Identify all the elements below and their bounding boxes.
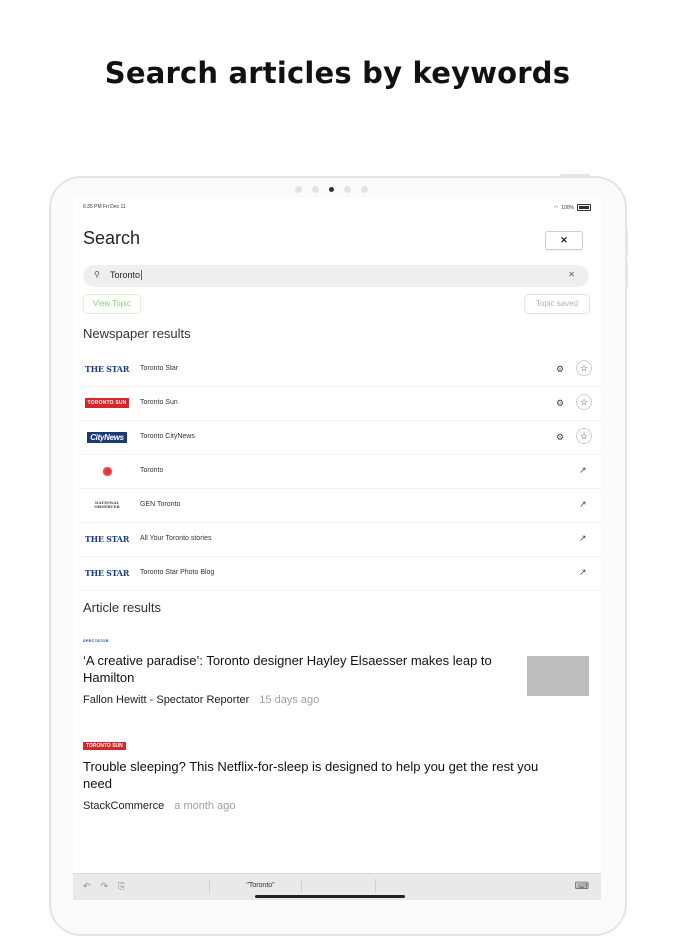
newspaper-logo: THE STAR xyxy=(84,534,130,544)
wifi-icon: ◠ xyxy=(553,204,559,211)
cbc-gem-logo xyxy=(81,464,133,478)
paste-icon[interactable]: ⎘ xyxy=(118,881,125,892)
newspaper-name: Toronto Star Photo Blog xyxy=(140,569,215,576)
page-title: Search xyxy=(83,228,141,248)
carousel-dot-active[interactable] xyxy=(329,187,334,192)
carousel-dots xyxy=(295,186,368,193)
battery-percent: 100% xyxy=(561,204,574,211)
keyboard-suggestion[interactable]: "Toronto" xyxy=(223,882,298,889)
article-source-logo: SPECTATOR xyxy=(83,637,109,643)
external-link-icon[interactable]: ↗ xyxy=(579,499,587,510)
close-icon: ✕ xyxy=(560,235,568,245)
keyboard-edit-icons: ↶ ↷ ⎘ xyxy=(83,881,125,892)
tablet-side-button xyxy=(625,230,628,256)
carousel-dot[interactable] xyxy=(361,186,368,193)
app-screen: 6:35 PM Fri Dec 11 ◠ 100% Search ✕ ⚲ Tor… xyxy=(73,198,601,900)
article-item[interactable]: SPECTATOR ‘A creative paradise’: Toronto… xyxy=(83,636,593,707)
keyboard-icon[interactable]: ⌨ xyxy=(575,881,589,892)
newspaper-logo: THE STAR xyxy=(84,568,130,578)
carousel-dot[interactable] xyxy=(344,186,351,193)
search-icon: ⚲ xyxy=(94,270,100,279)
newspaper-logo: TORONTO SUN xyxy=(81,396,133,410)
clear-search-icon[interactable]: ✕ xyxy=(568,270,575,279)
newspaper-row[interactable]: NATIONAL OBSERVER GEN Toronto ↗ xyxy=(81,489,601,523)
article-title[interactable]: Trouble sleeping? This Netflix-for-sleep… xyxy=(83,758,563,792)
settings-icon[interactable]: ⚙ xyxy=(556,398,564,409)
article-thumbnail[interactable] xyxy=(527,656,589,696)
newspaper-row[interactable]: CityNews Toronto CityNews ⚙ ☆ xyxy=(81,421,601,455)
status-right: ◠ 100% xyxy=(554,204,591,211)
follow-star-icon[interactable]: ☆ xyxy=(576,394,592,410)
promo-headline: Search articles by keywords xyxy=(104,56,571,90)
newspaper-results-heading: Newspaper results xyxy=(83,326,191,341)
newspaper-name: Toronto Sun xyxy=(140,399,178,406)
carousel-dot[interactable] xyxy=(312,186,319,193)
follow-star-icon[interactable]: ☆ xyxy=(576,428,592,444)
home-indicator[interactable] xyxy=(255,895,405,898)
newspaper-row[interactable]: THE STAR All Your Toronto stories ↗ xyxy=(81,523,601,557)
newspaper-row[interactable]: THE STAR Toronto Star Photo Blog ↗ xyxy=(81,557,601,591)
external-link-icon[interactable]: ↗ xyxy=(579,567,587,578)
newspaper-row[interactable]: TORONTO SUN Toronto Sun ⚙ ☆ xyxy=(81,387,601,421)
divider xyxy=(301,879,302,893)
newspaper-list: THE STAR Toronto Star ⚙ ☆ TORONTO SUN To… xyxy=(73,353,601,591)
status-time: 6:35 PM Fri Dec 11 xyxy=(83,204,126,210)
article-age: a month ago xyxy=(174,800,236,812)
article-item[interactable]: TORONTO SUN Trouble sleeping? This Netfl… xyxy=(83,742,593,812)
newspaper-logo: CityNews xyxy=(81,430,133,444)
newspaper-name: Toronto xyxy=(140,467,164,474)
settings-icon[interactable]: ⚙ xyxy=(556,432,564,443)
article-author: Fallon Hewitt - Spectator Reporter xyxy=(83,694,250,706)
newspaper-logo: NATIONAL OBSERVER xyxy=(94,500,120,509)
carousel-dot[interactable] xyxy=(295,186,302,193)
newspaper-row[interactable]: Toronto ↗ xyxy=(81,455,601,489)
close-button[interactable]: ✕ xyxy=(545,231,583,250)
search-input[interactable]: ⚲ Toronto ✕ xyxy=(83,265,589,287)
article-author: StackCommerce xyxy=(83,800,165,812)
undo-icon[interactable]: ↶ xyxy=(83,881,91,892)
newspaper-name: Toronto Star xyxy=(140,365,179,372)
view-topic-button[interactable]: View Topic xyxy=(83,294,141,314)
article-results-heading: Article results xyxy=(83,600,162,615)
divider xyxy=(375,879,376,893)
tablet-side-button xyxy=(625,262,628,288)
search-value: Toronto xyxy=(110,270,141,280)
newspaper-row[interactable]: THE STAR Toronto Star ⚙ ☆ xyxy=(81,353,601,387)
topic-saved-button[interactable]: Topic saved xyxy=(524,294,590,314)
external-link-icon[interactable]: ↗ xyxy=(579,465,587,476)
article-meta: StackCommerce a month ago xyxy=(83,800,593,812)
newspaper-name: All Your Toronto stories xyxy=(140,535,212,542)
article-meta: Fallon Hewitt - Spectator Reporter 15 day… xyxy=(83,694,593,706)
follow-star-icon[interactable]: ☆ xyxy=(576,360,592,376)
status-bar: 6:35 PM Fri Dec 11 ◠ 100% xyxy=(83,204,591,214)
redo-icon[interactable]: ↷ xyxy=(101,881,109,892)
article-title[interactable]: ‘A creative paradise’: Toronto designer … xyxy=(83,652,503,686)
newspaper-logo: THE STAR xyxy=(84,364,130,374)
article-source-logo: TORONTO SUN xyxy=(83,742,593,750)
newspaper-name: Toronto CityNews xyxy=(140,433,195,440)
newspaper-name: GEN Toronto xyxy=(140,501,181,508)
article-age: 15 days ago xyxy=(259,694,320,706)
external-link-icon[interactable]: ↗ xyxy=(579,533,587,544)
tablet-top-button xyxy=(560,174,590,177)
divider xyxy=(209,879,210,893)
settings-icon[interactable]: ⚙ xyxy=(556,364,564,375)
keyboard-shortcut-bar: ↶ ↷ ⎘ "Toronto" ⌨ xyxy=(73,873,601,900)
battery-icon xyxy=(577,204,591,211)
